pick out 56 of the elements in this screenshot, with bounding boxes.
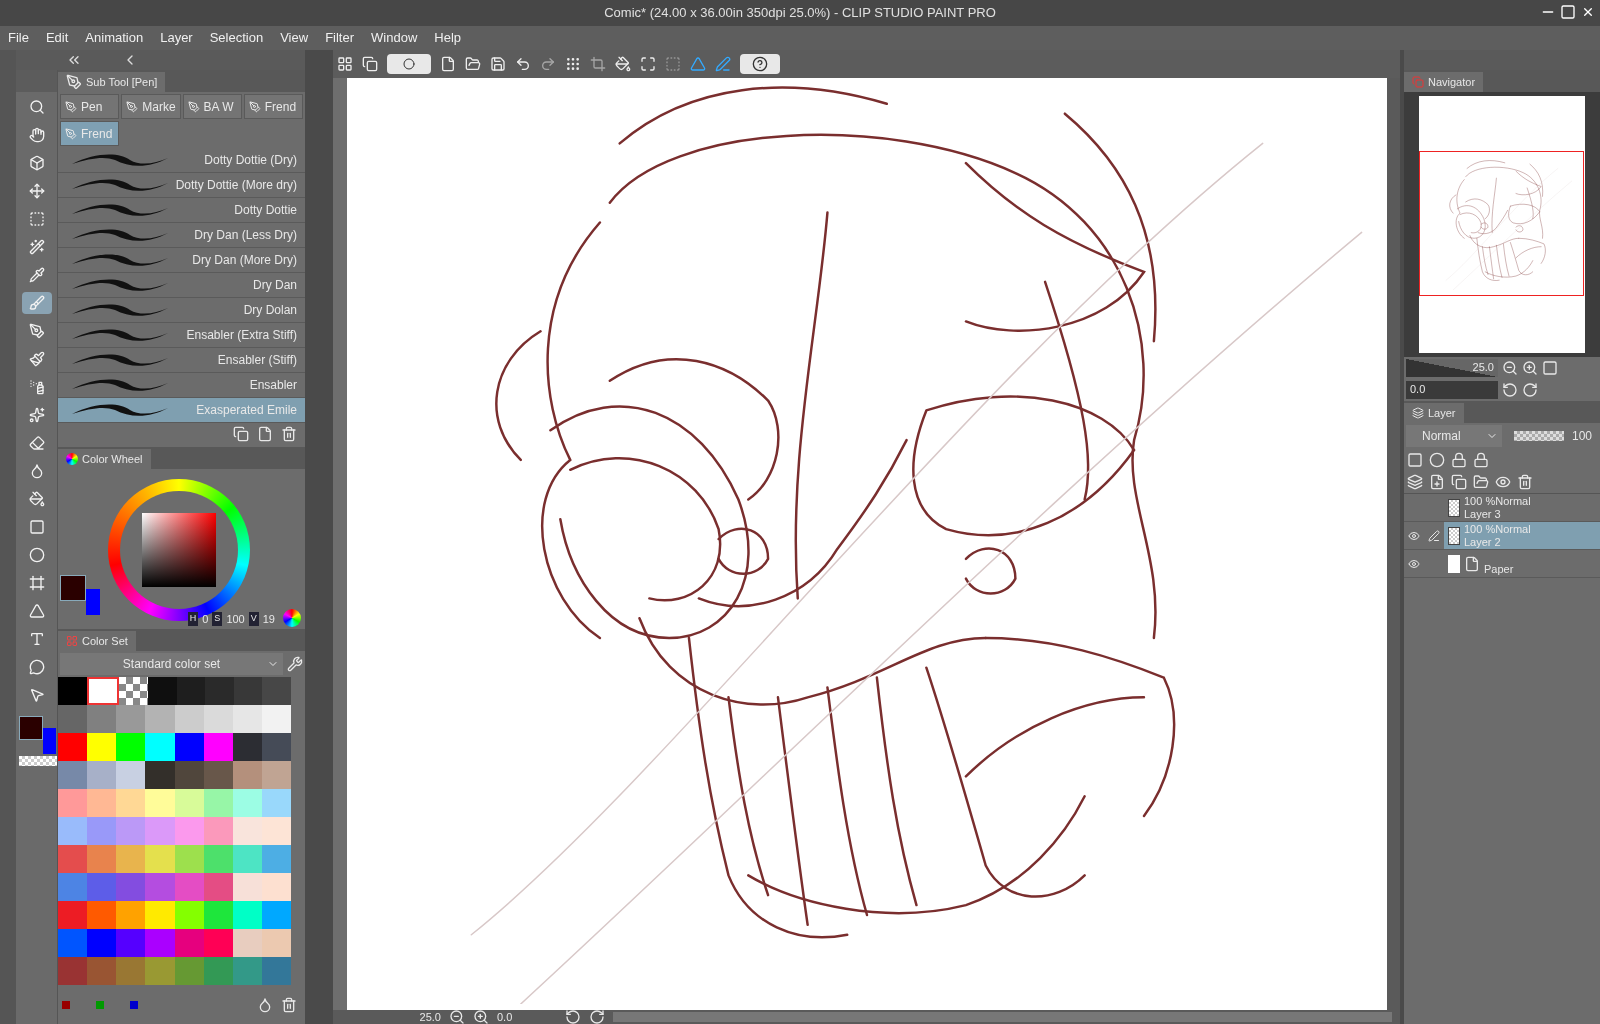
- layer-name: Layer 3: [1464, 507, 1502, 521]
- opacity-value: 100: [1572, 428, 1593, 445]
- panel-tab[interactable]: Layer: [1404, 403, 1464, 423]
- brush-name: Dry Dan: [253, 277, 297, 294]
- sub-tool-group-tab[interactable]: Frend: [243, 94, 303, 119]
- window-title: Comic* (24.00 x 36.00in 350dpi 25.0%) - CLIP STUDIO PAINT PRO: [604, 4, 996, 23]
- saturation-label: S: [212, 612, 223, 626]
- sub-tool-group-tab[interactable]: Frend: [60, 121, 120, 146]
- brush-name: Ensabler: [249, 377, 297, 394]
- layer-name: Layer 2: [1464, 535, 1502, 549]
- brush-list-item[interactable]: Exasperated Emile: [58, 398, 305, 423]
- menu-item[interactable]: Edit: [45, 28, 69, 48]
- navigator-rotation-value: 0.0: [1406, 381, 1498, 399]
- zoom-value: 25.0: [418, 1009, 441, 1024]
- menu-item[interactable]: View: [280, 28, 309, 48]
- blend-mode-dropdown[interactable]: Normal: [1406, 425, 1502, 447]
- sub-tool-group-tab[interactable]: Marke: [121, 94, 181, 119]
- panel-title: Layer: [1428, 405, 1456, 421]
- brush-name: Exasperated Emile: [196, 402, 297, 419]
- menu-item[interactable]: Selection: [209, 28, 264, 48]
- panel-tab[interactable]: Sub Tool [Pen]: [58, 72, 166, 92]
- panel-tab[interactable]: Color Wheel: [58, 449, 151, 469]
- layer-name: Paper: [1484, 561, 1514, 577]
- menu-item[interactable]: File: [8, 28, 29, 48]
- menu-item[interactable]: Layer: [160, 28, 193, 48]
- panel-title: Sub Tool [Pen]: [86, 74, 158, 90]
- brush-name: Ensabler (Extra Stiff): [186, 327, 297, 344]
- sub-tool-group-tab[interactable]: Pen: [60, 94, 120, 119]
- panel-title: Color Set: [82, 633, 128, 649]
- brush-name: Dotty Dottie: [234, 202, 297, 219]
- navigator-zoom-value: 25.0: [1406, 359, 1498, 377]
- brush-name: Dotty Dottie (More dry): [175, 177, 297, 194]
- value-value: 19: [262, 611, 275, 627]
- brush-name: Dotty Dottie (Dry): [204, 152, 297, 169]
- brush-name: Dry Dan (More Dry): [192, 252, 297, 269]
- layer-row[interactable]: Paper: [1404, 550, 1600, 578]
- sub-tool-group-tab[interactable]: BA W: [182, 94, 242, 119]
- panel-title: Navigator: [1428, 74, 1476, 90]
- panel-title: Color Wheel: [82, 451, 143, 467]
- hue-value: 0: [202, 611, 209, 627]
- panel-tab[interactable]: Navigator: [1404, 72, 1484, 92]
- brush-name: Dry Dolan: [243, 302, 297, 319]
- menu-item[interactable]: Window: [371, 28, 418, 48]
- brush-name: Ensabler (Stiff): [217, 352, 297, 369]
- hue-label: H: [187, 612, 199, 626]
- value-label: V: [248, 612, 259, 626]
- rotation-value: 0.0: [497, 1009, 514, 1024]
- menu-item[interactable]: Filter: [325, 28, 355, 48]
- menu-item[interactable]: Help: [434, 28, 462, 48]
- menu-item[interactable]: Animation: [85, 28, 144, 48]
- saturation-value: 100: [226, 611, 245, 627]
- color-set-dropdown[interactable]: Standard color set: [60, 653, 283, 675]
- brush-name: Dry Dan (Less Dry): [194, 227, 297, 244]
- panel-tab[interactable]: Color Set: [58, 631, 136, 651]
- layer-mode: 100 %Normal: [1464, 494, 1531, 508]
- layer-mode: 100 %Normal: [1464, 522, 1531, 536]
